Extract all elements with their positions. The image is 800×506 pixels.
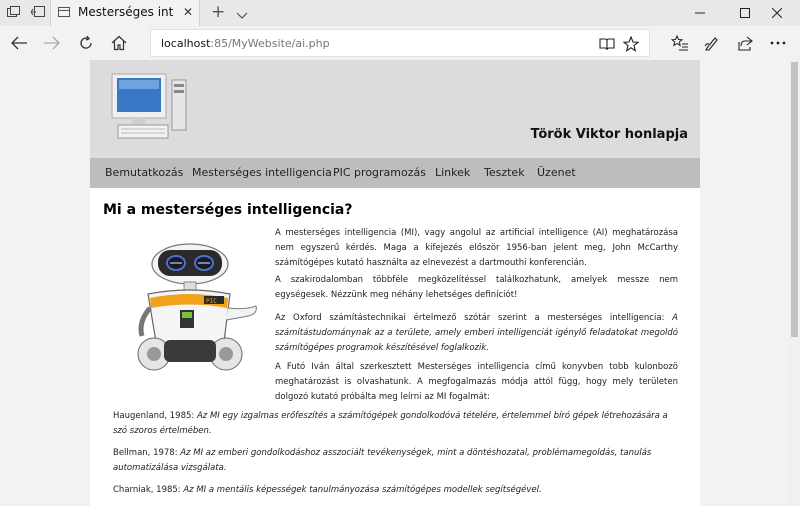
quote-text: Az MI egy izgalmas erőfeszítés a számító… (113, 411, 668, 436)
set-aside-tabs-icon[interactable] (30, 4, 46, 20)
url-text: localhost:85/MyWebsite/ai.php (161, 37, 330, 50)
site-navigation: Bemutatkozás Mesterséges intelligencia P… (90, 158, 700, 188)
chevron-down-icon[interactable] (236, 5, 248, 24)
tab-active[interactable]: Mesterséges intelligencia ✕ (50, 0, 200, 26)
tab-preview-icon[interactable] (6, 4, 22, 20)
tab-bar: Mesterséges intelligencia ✕ + (0, 0, 800, 26)
quote-text: Az MI az emberi gondolkodáshoz asszociál… (113, 448, 652, 473)
nav-link-bemutatkozas[interactable]: Bemutatkozás (105, 166, 183, 179)
oxford-definition-lead: Az Oxford számítástechnikai értelmező sz… (275, 313, 673, 323)
new-tab-icon[interactable]: + (211, 2, 225, 22)
computer-logo-icon (110, 72, 190, 146)
url-path: :85/MyWebsite/ai.php (210, 37, 330, 50)
intro-paragraph: A mesterséges intelligencia (MI), vagy a… (275, 228, 678, 268)
favorite-star-icon[interactable] (622, 35, 640, 53)
nav-link-pic-programozas[interactable]: PIC programozás (333, 166, 426, 179)
site-container: Török Viktor honlapja Bemutatkozás Meste… (90, 60, 700, 506)
quote-text: Az MI a mentális képességek tanulmányozá… (183, 485, 542, 495)
quote-author: Haugenland, 1985: (113, 411, 197, 421)
svg-text:PIC: PIC (206, 298, 217, 305)
favorites-hub-icon[interactable] (669, 32, 691, 54)
quote-haugenland: Haugenland, 1985: Az MI egy izgalmas erő… (113, 409, 678, 439)
page-scrollbar[interactable] (789, 60, 800, 506)
page-icon (58, 7, 70, 17)
pen-notes-icon[interactable] (701, 32, 723, 54)
quote-author: Charniak, 1985: (113, 485, 184, 495)
home-icon[interactable] (108, 32, 130, 54)
refresh-icon[interactable] (75, 32, 97, 54)
oxford-definition-paragraph: Az Oxford számítástechnikai értelmező sz… (275, 311, 678, 356)
site-title: Török Viktor honlapja (530, 127, 688, 142)
site-header: Török Viktor honlapja (90, 60, 700, 158)
minimize-icon[interactable] (677, 0, 723, 26)
approaches-paragraph: A szakirodalomban többféle megközelítéss… (275, 275, 678, 300)
nav-link-uzenet[interactable]: Üzenet (537, 166, 576, 179)
quote-author: Bellman, 1978: (113, 448, 181, 458)
nav-link-mesterseges-intelligencia[interactable]: Mesterséges intelligencia (192, 166, 332, 179)
scrollbar-thumb[interactable] (791, 62, 798, 337)
close-tab-icon[interactable]: ✕ (183, 5, 193, 19)
reading-view-icon[interactable] (598, 35, 616, 53)
share-icon[interactable] (734, 32, 756, 54)
robot-image: PIC (130, 236, 260, 380)
nav-link-linkek[interactable]: Linkek (435, 166, 470, 179)
close-window-icon[interactable] (754, 0, 800, 26)
more-menu-icon[interactable] (767, 32, 789, 54)
forward-icon[interactable] (41, 32, 63, 54)
futo-ivan-paragraph: A Futó Iván által szerkesztett Mesterség… (275, 362, 678, 402)
address-bar[interactable]: localhost:85/MyWebsite/ai.php (150, 29, 650, 57)
browser-toolbar: localhost:85/MyWebsite/ai.php (0, 26, 800, 60)
quote-charniak: Charniak, 1985: Az MI a mentális képessé… (113, 483, 678, 498)
tab-title: Mesterséges intelligencia (78, 5, 174, 19)
url-host: localhost (161, 37, 211, 50)
quote-bellman: Bellman, 1978: Az MI az emberi gondolkod… (113, 446, 678, 476)
page-viewport: Török Viktor honlapja Bemutatkozás Meste… (0, 60, 800, 506)
back-icon[interactable] (8, 32, 30, 54)
nav-link-tesztek[interactable]: Tesztek (484, 166, 525, 179)
page-heading: Mi a mesterséges intelligencia? (103, 202, 353, 218)
